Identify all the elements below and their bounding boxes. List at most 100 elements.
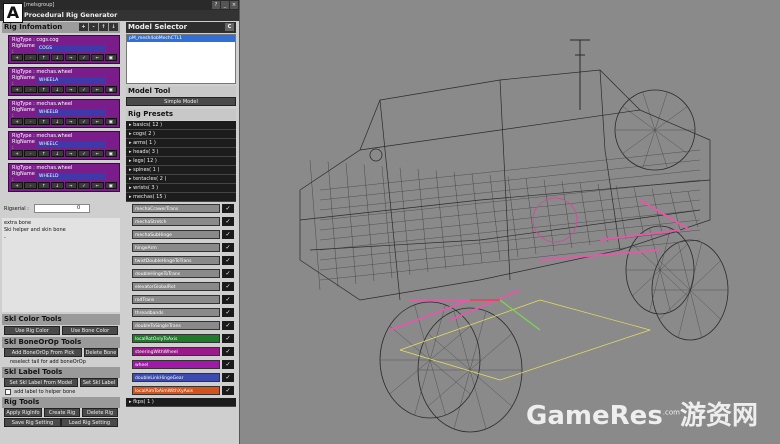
mecha-preset-label[interactable]: localRotOnlyToAxis: [132, 333, 220, 343]
mecha-preset-item[interactable]: mechaCrawerTrans ✓: [132, 203, 236, 213]
rig-block-action-button[interactable]: ✓: [77, 150, 91, 157]
mecha-preset-item[interactable]: mechaSubHinge ✓: [132, 229, 236, 239]
rig-name-field[interactable]: WHEELB: [38, 109, 106, 116]
rig-block-action-button[interactable]: →: [64, 150, 77, 157]
rig-block[interactable]: RigType : mechas.wheel RigName : WHEELC + - ↑…: [8, 131, 120, 160]
check-icon[interactable]: ✓: [222, 320, 234, 330]
mecha-preset-label[interactable]: twistDoubleHingeToTrans: [132, 255, 220, 265]
preset-group[interactable]: ▸ tentacles( 2 ): [126, 175, 236, 184]
mecha-preset-item[interactable]: localAimToAimWithXyAxis ✓: [132, 385, 236, 395]
rig-block-action-button[interactable]: -: [24, 182, 37, 189]
check-icon[interactable]: ✓: [222, 372, 234, 382]
mecha-preset-label[interactable]: wheel: [132, 359, 220, 369]
rig-block-action-button[interactable]: ↓: [51, 150, 64, 157]
rig-name-field[interactable]: COGS: [38, 45, 106, 52]
mecha-preset-item[interactable]: threadbands ✓: [132, 307, 236, 317]
rig-block[interactable]: RigType : mechas.wheel RigName : WHEELB + - ↑…: [8, 99, 120, 128]
mecha-preset-label[interactable]: rodTrans: [132, 294, 220, 304]
close-button[interactable]: ×: [230, 1, 238, 9]
mecha-preset-label[interactable]: doubleHingeToTrans: [132, 268, 220, 278]
mecha-preset-item[interactable]: doubleToSingleTrans ✓: [132, 320, 236, 330]
rig-name-field[interactable]: WHEELD: [38, 173, 106, 180]
rig-block-action-button[interactable]: +: [11, 86, 24, 93]
rig-block-action-button[interactable]: ←: [91, 86, 104, 93]
model-selector-selected-item[interactable]: pM_mesh4obMechCTL1: [127, 35, 235, 42]
rig-block-action-button[interactable]: ▣: [104, 86, 117, 93]
mecha-preset-label[interactable]: localAimToAimWithXyAxis: [132, 385, 220, 395]
add-rig-button[interactable]: +: [79, 23, 88, 31]
model-selector-list[interactable]: pM_mesh4obMechCTL1: [126, 34, 236, 84]
rig-block-action-button[interactable]: →: [64, 118, 77, 125]
mecha-preset-item[interactable]: twistDoubleHingeToTrans ✓: [132, 255, 236, 265]
mecha-preset-item[interactable]: localRotOnlyToAxis ✓: [132, 333, 236, 343]
rig-block-action-button[interactable]: ↑: [37, 118, 51, 125]
preset-group[interactable]: ▸ arms( 1 ): [126, 139, 236, 148]
add-label-checkbox[interactable]: [5, 389, 11, 395]
use-bone-color-button[interactable]: Use Bone Color: [62, 326, 118, 335]
check-icon[interactable]: ✓: [222, 359, 234, 369]
rig-serial-field[interactable]: 0: [34, 204, 90, 213]
rig-block-action-button[interactable]: ▣: [104, 118, 117, 125]
mecha-preset-item[interactable]: wheel ✓: [132, 359, 236, 369]
check-icon[interactable]: ✓: [222, 242, 234, 252]
use-rig-color-button[interactable]: Use Rig Color: [4, 326, 60, 335]
check-icon[interactable]: ✓: [222, 346, 234, 356]
preset-group[interactable]: ▸ mechas( 15 ): [126, 193, 236, 202]
set-skl-label-button[interactable]: Set Skl Label: [80, 378, 118, 387]
apply-riginfo-button[interactable]: Apply RigInfo: [4, 408, 42, 417]
delete-rig-button[interactable]: Delete Rig: [82, 408, 118, 417]
rig-block-action-button[interactable]: +: [11, 118, 24, 125]
mecha-preset-item[interactable]: hingeArm ✓: [132, 242, 236, 252]
rig-block-action-button[interactable]: →: [64, 54, 77, 61]
rig-block-action-button[interactable]: -: [24, 150, 37, 157]
check-icon[interactable]: ✓: [222, 281, 234, 291]
check-icon[interactable]: ✓: [222, 307, 234, 317]
rig-block-action-button[interactable]: ↓: [51, 86, 64, 93]
rig-block-action-button[interactable]: ↓: [51, 118, 64, 125]
mecha-preset-label[interactable]: elevatorGlobalRot: [132, 281, 220, 291]
rig-block-action-button[interactable]: ▣: [104, 150, 117, 157]
rig-block-action-button[interactable]: -: [24, 86, 37, 93]
mecha-preset-label[interactable]: mechaSubHinge: [132, 229, 220, 239]
mecha-preset-label[interactable]: doubleToSingleTrans: [132, 320, 220, 330]
check-icon[interactable]: ✓: [222, 216, 234, 226]
preset-group[interactable]: ▸ basics( 12 ): [126, 121, 236, 130]
add-boneorop-button[interactable]: Add BoneOrOp From Pick: [4, 348, 82, 357]
rig-block-action-button[interactable]: ←: [91, 150, 104, 157]
mecha-preset-item[interactable]: doubleLinkHingeGear ✓: [132, 372, 236, 382]
rig-block-action-button[interactable]: ←: [91, 182, 104, 189]
check-icon[interactable]: ✓: [222, 255, 234, 265]
preset-group[interactable]: ▸ heads( 3 ): [126, 148, 236, 157]
mecha-preset-label[interactable]: doubleLinkHingeGear: [132, 372, 220, 382]
rig-block-action-button[interactable]: ✓: [77, 118, 91, 125]
help-button[interactable]: ?: [212, 1, 220, 9]
mecha-preset-item[interactable]: steeringWithWheel ✓: [132, 346, 236, 356]
rig-block-action-button[interactable]: →: [64, 86, 77, 93]
preset-group[interactable]: ▸ cogs( 2 ): [126, 130, 236, 139]
rig-block[interactable]: RigType : cogs.cog RigName : COGS + - ↑ ↓ → ✓ ← ▣: [8, 35, 120, 64]
mecha-preset-label[interactable]: mechaStretch: [132, 216, 220, 226]
mecha-preset-item[interactable]: doubleHingeToTrans ✓: [132, 268, 236, 278]
rig-block-action-button[interactable]: ↓: [51, 54, 64, 61]
rig-block-action-button[interactable]: ▣: [104, 54, 117, 61]
remove-rig-button[interactable]: -: [89, 23, 98, 31]
preset-group[interactable]: ▸ wrists( 3 ): [126, 184, 236, 193]
rig-block-action-button[interactable]: -: [24, 54, 37, 61]
preset-group[interactable]: ▸ legs( 12 ): [126, 157, 236, 166]
rig-block-action-button[interactable]: ↓: [51, 182, 64, 189]
check-icon[interactable]: ✓: [222, 385, 234, 395]
move-up-button[interactable]: ↑: [99, 23, 108, 31]
rig-block-action-button[interactable]: +: [11, 54, 24, 61]
rig-block-action-button[interactable]: →: [64, 182, 77, 189]
rig-block-action-button[interactable]: +: [11, 150, 24, 157]
rig-block-action-button[interactable]: ▣: [104, 182, 117, 189]
preset-group[interactable]: ▸ spines( 1 ): [126, 166, 236, 175]
delete-bone-button[interactable]: Delete Bone: [84, 348, 118, 357]
move-down-button[interactable]: ↓: [109, 23, 118, 31]
save-rig-setting-button[interactable]: Save Rig Setting: [4, 418, 61, 427]
mecha-preset-label[interactable]: hingeArm: [132, 242, 220, 252]
rig-block-action-button[interactable]: ↑: [37, 54, 51, 61]
rig-name-field[interactable]: WHEELC: [38, 141, 106, 148]
rig-block-action-button[interactable]: -: [24, 118, 37, 125]
mecha-preset-item[interactable]: mechaStretch ✓: [132, 216, 236, 226]
